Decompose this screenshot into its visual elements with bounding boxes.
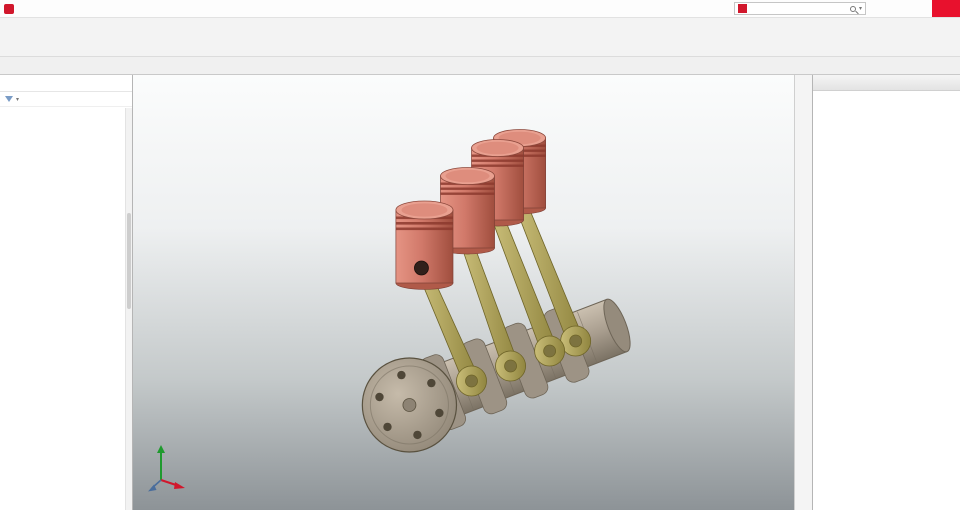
search-icon[interactable]: [849, 5, 856, 12]
feature-tree: [0, 107, 132, 510]
titlebar: ▾: [0, 0, 960, 18]
search-box[interactable]: ▾: [734, 2, 866, 15]
window-minimize-button[interactable]: [886, 0, 907, 17]
wrist-pin-hole: [414, 260, 429, 276]
piston[interactable]: [395, 200, 454, 290]
featuremanager-panel: ▾: [0, 75, 133, 510]
engine-assembly-model[interactable]: [133, 75, 794, 510]
window-close-button[interactable]: [932, 0, 960, 17]
tree-filter-bar[interactable]: ▾: [0, 92, 132, 107]
filter-caret-icon: ▾: [16, 96, 20, 103]
window-maximize-button[interactable]: [909, 0, 930, 17]
solidworks-logo: [4, 3, 17, 14]
orientation-triad: [148, 445, 185, 492]
solidworks-logo-icon: [4, 3, 14, 14]
task-pane: [812, 75, 960, 510]
commandmanager-tab-bar: [0, 57, 960, 75]
tree-scrollbar-thumb[interactable]: [127, 212, 131, 309]
filter-icon: [5, 96, 13, 102]
welcome-link[interactable]: [818, 98, 955, 114]
task-pane-body: [813, 91, 960, 127]
task-pane-tab-strip: [794, 75, 812, 510]
document-window-controls: [944, 70, 960, 74]
crankshaft-flange[interactable]: [361, 357, 458, 453]
tree-scrollbar[interactable]: [125, 108, 132, 510]
featuremanager-tab-strip: [0, 75, 132, 92]
command-manager-toolbar: [0, 18, 960, 57]
task-pane-header: [813, 75, 960, 91]
graphics-area[interactable]: [133, 75, 794, 510]
search-scope-icon: [738, 4, 747, 13]
search-dropdown-icon[interactable]: ▾: [859, 5, 862, 12]
